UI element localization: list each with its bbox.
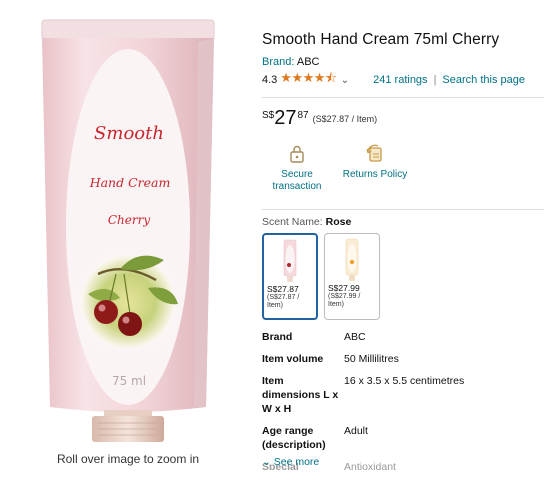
feature-secure-transaction[interactable]: Secure transaction (262, 143, 332, 193)
spec-key: Brand (262, 331, 293, 343)
zoom-hint: Roll over image to zoom in (56, 452, 200, 466)
label-text-smooth: Smooth (94, 123, 164, 144)
price-currency: S$ (262, 110, 275, 121)
return-icon (366, 144, 382, 162)
price: S$ 27 87 (S$27.87 / Item) (262, 107, 544, 129)
scent-variants: S$27.87 (S$27.87 / Item) S$27.99 (S$27.9… (262, 233, 544, 320)
unit-price: (S$27.87 / Item) (312, 114, 378, 124)
brand-label: Brand: (262, 56, 295, 68)
spec-key: Item dimensions L x W x H (262, 375, 339, 415)
chevron-down-icon[interactable]: ⌄ (341, 75, 349, 86)
ratings-link[interactable]: 241 ratings (373, 74, 427, 86)
variant-thumbnail (345, 238, 359, 281)
see-more-link[interactable]: ⌄ See more (262, 456, 319, 468)
product-details: Smooth Hand Cream 75ml Cherry Brand: ABC… (262, 30, 544, 478)
product-spec-table: Brand ABC Item volume 50 Millilitres Ite… (262, 330, 544, 470)
variant-thumbnail (283, 239, 297, 282)
spec-row: Age range (description) Adult (262, 424, 544, 452)
star-rating-icon[interactable]: ★★★★⯪ (280, 69, 337, 91)
scent-selector-label: Scent Name: Rose (262, 216, 544, 228)
divider (262, 97, 544, 98)
spec-row: Item volume 50 Millilitres (262, 352, 544, 366)
product-image-panel: Smooth Hand Cream Cherry 75 ml Roll over… (0, 0, 250, 480)
spec-value: Adult (344, 425, 368, 437)
divider (262, 209, 544, 210)
price-whole: 27 (274, 107, 297, 129)
feature-label: Returns Policy (342, 169, 408, 180)
see-more-label: See more (273, 456, 320, 468)
rating-value: 4.3 (262, 74, 278, 86)
spec-row: Item dimensions L x W x H 16 x 3.5 x 5.5… (262, 374, 544, 416)
spec-value: Antioxidant (344, 461, 396, 470)
label-text-volume: 75 ml (112, 374, 146, 388)
lock-icon (290, 145, 304, 163)
feature-label: Secure transaction (272, 169, 322, 192)
spec-value: 50 Millilitres (344, 353, 399, 365)
search-this-page-link[interactable]: Search this page (442, 74, 525, 86)
price-fraction: 87 (297, 110, 309, 121)
label-text-hand-cream: Hand Cream (89, 175, 171, 190)
spec-key: Age range (description) (262, 425, 326, 451)
variant-option[interactable]: S$27.99 (S$27.99 / Item) (324, 233, 380, 320)
rating-line: 4.3 ★★★★⯪ ⌄ 241 ratings | Search this pa… (262, 69, 544, 91)
feature-returns-policy[interactable]: Returns Policy (337, 143, 413, 193)
variant-unit-price: (S$27.87 / Item) (267, 294, 300, 309)
spec-row: Brand ABC (262, 330, 544, 344)
scent-value: Rose (325, 216, 352, 228)
label-text-cherry: Cherry (108, 213, 150, 227)
brand-link[interactable]: ABC (297, 56, 320, 68)
product-title: Smooth Hand Cream 75ml Cherry (262, 31, 500, 48)
variant-price: S$27.87 (267, 284, 299, 294)
spec-value: ABC (344, 331, 366, 343)
variant-unit-price: (S$27.99 / Item) (328, 293, 361, 308)
spec-value: 16 x 3.5 x 5.5 centimetres (344, 375, 465, 387)
separator: | (433, 74, 437, 86)
variant-option-selected[interactable]: S$27.87 (S$27.87 / Item) (262, 233, 318, 320)
variant-price: S$27.99 (328, 283, 360, 293)
brand-line: Brand: ABC (262, 56, 544, 68)
chevron-down-icon: ⌄ (262, 456, 271, 468)
cherry-photo (78, 252, 178, 352)
product-image[interactable]: Smooth Hand Cream Cherry 75 ml (28, 12, 228, 452)
feature-icons: Secure transaction Returns Policy (262, 143, 544, 193)
spec-key: Item volume (262, 353, 324, 365)
scent-label: Scent Name: (262, 216, 323, 228)
